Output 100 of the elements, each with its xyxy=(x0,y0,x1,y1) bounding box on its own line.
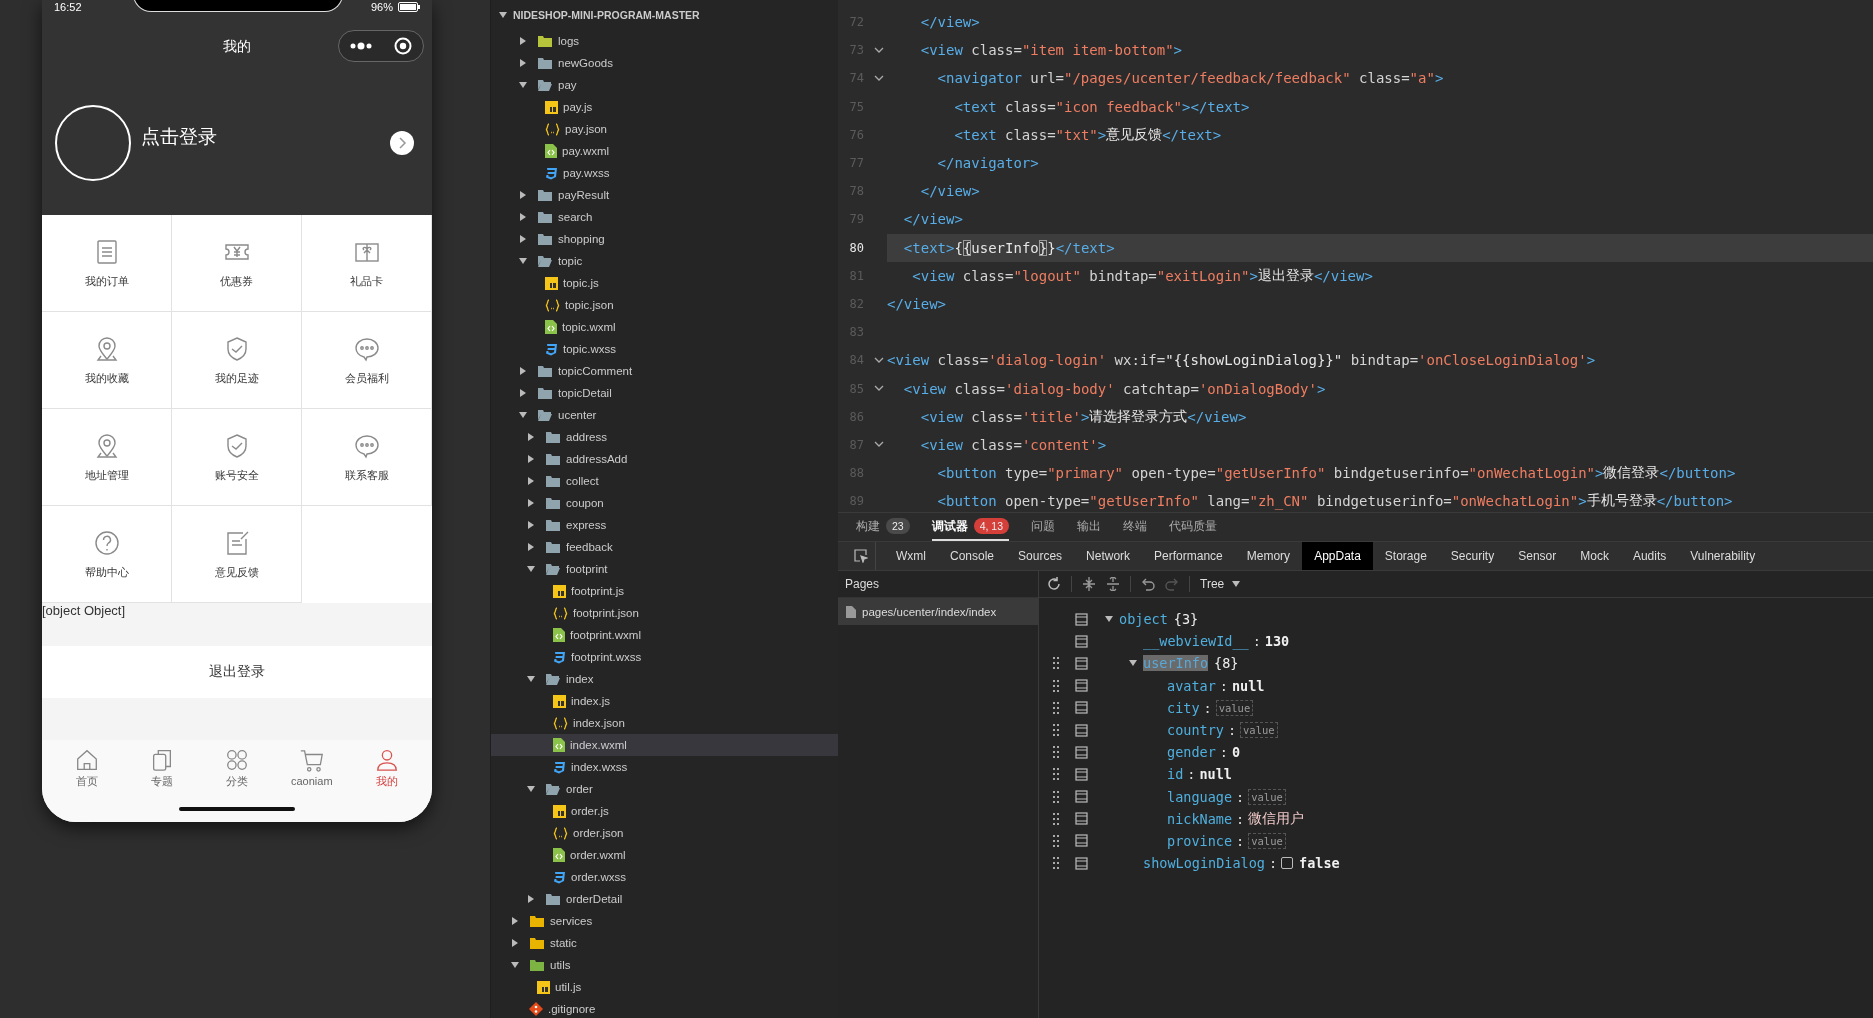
fold-chevron-icon[interactable] xyxy=(873,441,884,449)
file-item[interactable]: topic.wxss xyxy=(491,338,838,360)
page-item[interactable]: pages/ucenter/index/index xyxy=(838,598,1038,625)
tab-bar-item[interactable]: 专题 xyxy=(132,740,193,795)
file-item[interactable]: order.wxss xyxy=(491,866,838,888)
caret-right-icon[interactable] xyxy=(527,455,535,463)
caret-down-icon[interactable] xyxy=(519,257,527,265)
file-item[interactable]: topic.wxml xyxy=(491,316,838,338)
menu-grid-item[interactable]: 礼品卡 xyxy=(302,215,432,312)
more-icon[interactable] xyxy=(350,42,372,50)
file-item[interactable]: index.wxml xyxy=(491,734,838,756)
caret-down-icon[interactable] xyxy=(499,11,507,19)
folder-item[interactable]: search xyxy=(491,206,838,228)
data-key[interactable]: city xyxy=(1167,699,1200,716)
caret-down-icon[interactable] xyxy=(527,785,535,793)
row-icon[interactable] xyxy=(1074,834,1088,848)
drag-handle-icon[interactable] xyxy=(1053,812,1059,825)
tab-bar-item[interactable]: 首页 xyxy=(57,740,118,795)
row-icon[interactable] xyxy=(1074,745,1088,759)
file-item[interactable]: footprint.json xyxy=(491,602,838,624)
value-placeholder[interactable]: value xyxy=(1248,832,1286,849)
collapse-icon[interactable] xyxy=(1106,577,1120,591)
value-placeholder[interactable]: value xyxy=(1215,699,1254,716)
folder-item[interactable]: coupon xyxy=(491,492,838,514)
devtools-tab[interactable]: Mock xyxy=(1568,542,1621,570)
row-icon[interactable] xyxy=(1074,656,1088,670)
caret-right-icon[interactable] xyxy=(527,477,535,485)
row-icon[interactable] xyxy=(1074,790,1088,804)
login-prompt[interactable]: 点击登录 xyxy=(141,123,380,150)
caret-down-icon[interactable] xyxy=(519,81,527,89)
folder-item[interactable]: express xyxy=(491,514,838,536)
tab-bar-item[interactable]: 分类 xyxy=(207,740,267,795)
drag-handle-icon[interactable] xyxy=(1053,768,1059,781)
devtools-tab[interactable]: Sources xyxy=(1006,542,1075,570)
folder-item[interactable]: shopping xyxy=(491,228,838,250)
avatar[interactable] xyxy=(55,104,131,181)
folder-item[interactable]: footprint xyxy=(491,558,838,580)
folder-item[interactable]: pay xyxy=(491,74,838,96)
drag-handle-icon[interactable] xyxy=(1053,746,1059,759)
folder-item[interactable]: index xyxy=(491,668,838,690)
data-key[interactable]: nickName xyxy=(1167,810,1233,827)
data-key[interactable]: province xyxy=(1167,832,1233,849)
folder-item[interactable]: topic xyxy=(491,250,838,272)
panel-tab[interactable]: 代码质量 xyxy=(1169,513,1218,541)
value-placeholder[interactable]: value xyxy=(1240,722,1278,739)
menu-grid-item[interactable]: 地址管理 xyxy=(42,409,172,506)
row-icon[interactable] xyxy=(1074,856,1088,870)
chevron-button[interactable] xyxy=(390,130,414,155)
tab-bar-item[interactable]: caoniam xyxy=(281,740,342,795)
devtools-tab[interactable]: Security xyxy=(1438,542,1507,570)
expand-icon[interactable] xyxy=(1082,577,1096,591)
caret-right-icon[interactable] xyxy=(527,499,535,507)
caret-down-icon[interactable] xyxy=(1232,581,1241,587)
folder-item[interactable]: static xyxy=(491,932,838,954)
folder-item[interactable]: newGoods xyxy=(491,52,838,74)
folder-item[interactable]: address xyxy=(491,426,838,448)
file-item[interactable]: index.js xyxy=(491,690,838,712)
devtools-tab[interactable]: Storage xyxy=(1372,542,1439,570)
caret-right-icon[interactable] xyxy=(527,521,535,529)
folder-item[interactable]: payResult xyxy=(491,184,838,206)
row-icon[interactable] xyxy=(1074,723,1088,737)
cursor-select-icon[interactable] xyxy=(853,549,868,563)
capsule-menu[interactable] xyxy=(338,30,424,62)
file-item[interactable]: topic.json xyxy=(491,294,838,316)
file-item[interactable]: topic.js xyxy=(491,272,838,294)
folder-item[interactable]: orderDetail xyxy=(491,888,838,910)
folder-item[interactable]: collect xyxy=(491,470,838,492)
devtools-tab[interactable]: Console xyxy=(938,542,1007,570)
file-item[interactable]: footprint.wxml xyxy=(491,624,838,646)
caret-down-icon[interactable] xyxy=(1105,615,1113,624)
drag-handle-icon[interactable] xyxy=(1053,657,1059,670)
devtools-tab[interactable]: Performance xyxy=(1142,542,1235,570)
value-placeholder[interactable]: value xyxy=(1248,788,1286,805)
row-icon[interactable] xyxy=(1074,679,1088,693)
file-item[interactable]: footprint.js xyxy=(491,580,838,602)
menu-grid-item[interactable]: 账号安全 xyxy=(172,409,302,506)
drag-handle-icon[interactable] xyxy=(1053,724,1059,737)
folder-item[interactable]: services xyxy=(491,910,838,932)
data-key[interactable]: gender xyxy=(1167,744,1216,761)
data-key[interactable]: country xyxy=(1167,722,1224,739)
panel-tab[interactable]: 输出 xyxy=(1077,513,1102,541)
data-key[interactable]: __webviewId__ xyxy=(1143,633,1249,650)
caret-right-icon[interactable] xyxy=(519,213,527,221)
caret-right-icon[interactable] xyxy=(519,59,527,67)
file-item[interactable]: order.wxml xyxy=(491,844,838,866)
caret-right-icon[interactable] xyxy=(511,917,519,925)
caret-right-icon[interactable] xyxy=(519,235,527,243)
panel-tab[interactable]: 构建 23 xyxy=(856,513,910,541)
row-icon[interactable] xyxy=(1074,701,1088,715)
checkbox[interactable] xyxy=(1281,857,1294,870)
folder-item[interactable]: logs xyxy=(491,30,838,52)
file-item[interactable]: pay.json xyxy=(491,118,838,140)
data-key[interactable]: id xyxy=(1167,766,1184,783)
drag-handle-icon[interactable] xyxy=(1053,701,1059,714)
view-mode-dropdown[interactable]: Tree xyxy=(1200,577,1241,591)
file-item[interactable]: index.wxss xyxy=(491,756,838,778)
drag-handle-icon[interactable] xyxy=(1053,857,1059,870)
caret-right-icon[interactable] xyxy=(527,433,535,441)
folder-item[interactable]: utils xyxy=(491,954,838,976)
drag-handle-icon[interactable] xyxy=(1053,790,1059,803)
